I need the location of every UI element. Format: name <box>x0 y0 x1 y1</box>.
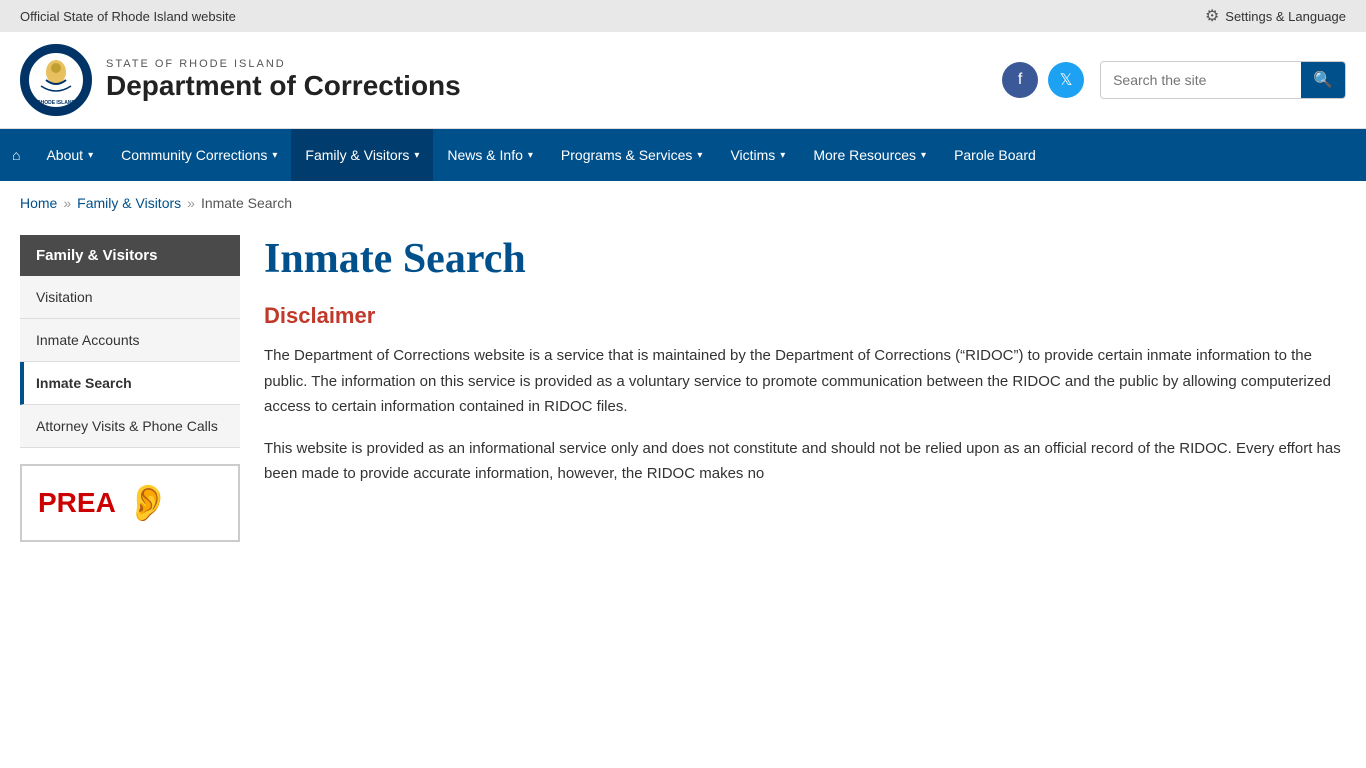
nav-family-label: Family & Visitors <box>305 147 409 163</box>
sidebar-item-inmate-accounts[interactable]: Inmate Accounts <box>20 319 240 362</box>
nav-community-corrections[interactable]: Community Corrections ▾ <box>107 129 291 181</box>
nav-programs-label: Programs & Services <box>561 147 692 163</box>
nav-parole-label: Parole Board <box>954 147 1036 163</box>
gear-icon: ⚙ <box>1205 6 1219 26</box>
chevron-down-icon: ▾ <box>272 150 277 161</box>
facebook-button[interactable]: f <box>1002 62 1038 98</box>
chevron-down-icon: ▾ <box>921 150 926 161</box>
chevron-down-icon: ▾ <box>414 150 419 161</box>
nav-community-label: Community Corrections <box>121 147 267 163</box>
state-logo: RHODE ISLAND <box>20 44 92 116</box>
nav-victims-label: Victims <box>730 147 775 163</box>
nav-news-label: News & Info <box>447 147 522 163</box>
settings-language-button[interactable]: ⚙ Settings & Language <box>1205 6 1346 26</box>
prea-text: PREA <box>38 487 116 519</box>
top-bar: Official State of Rhode Island website ⚙… <box>0 0 1366 32</box>
chevron-down-icon: ▾ <box>528 150 533 161</box>
header-title: STATE OF RHODE ISLAND Department of Corr… <box>106 58 461 102</box>
social-icons: f 𝕏 <box>1002 62 1084 98</box>
sidebar-item-visitation[interactable]: Visitation <box>20 276 240 319</box>
main-nav: ⌂ About ▾ Community Corrections ▾ Family… <box>0 129 1366 181</box>
disclaimer-heading: Disclaimer <box>264 303 1346 329</box>
chevron-down-icon: ▾ <box>697 150 702 161</box>
breadcrumb-sep-1: » <box>63 195 71 211</box>
svg-text:RHODE ISLAND: RHODE ISLAND <box>37 100 75 106</box>
sidebar: Family & Visitors Visitation Inmate Acco… <box>20 235 240 542</box>
content-paragraph-1: The Department of Corrections website is… <box>264 343 1346 420</box>
state-name: STATE OF RHODE ISLAND <box>106 58 461 70</box>
nav-programs-services[interactable]: Programs & Services ▾ <box>547 129 717 181</box>
breadcrumb-current: Inmate Search <box>201 195 292 211</box>
nav-about-label: About <box>46 147 83 163</box>
chevron-down-icon: ▾ <box>88 150 93 161</box>
header-left: RHODE ISLAND STATE OF RHODE ISLAND Depar… <box>20 44 461 116</box>
breadcrumb-family-visitors[interactable]: Family & Visitors <box>77 195 181 211</box>
nav-victims[interactable]: Victims ▾ <box>716 129 799 181</box>
nav-news-info[interactable]: News & Info ▾ <box>433 129 547 181</box>
breadcrumb: Home » Family & Visitors » Inmate Search <box>0 181 1366 225</box>
nav-about[interactable]: About ▾ <box>32 129 107 181</box>
search-button[interactable]: 🔍 <box>1301 62 1345 98</box>
sidebar-banner: PREA 👂 <box>20 464 240 542</box>
breadcrumb-sep-2: » <box>187 195 195 211</box>
twitter-button[interactable]: 𝕏 <box>1048 62 1084 98</box>
breadcrumb-home[interactable]: Home <box>20 195 57 211</box>
nav-more-label: More Resources <box>813 147 916 163</box>
search-box: 🔍 <box>1100 61 1346 99</box>
search-input[interactable] <box>1101 62 1301 98</box>
content-paragraph-2: This website is provided as an informati… <box>264 436 1346 487</box>
header-right: f 𝕏 🔍 <box>1002 61 1346 99</box>
main-layout: Family & Visitors Visitation Inmate Acco… <box>0 225 1366 562</box>
header: RHODE ISLAND STATE OF RHODE ISLAND Depar… <box>0 32 1366 129</box>
page-title: Inmate Search <box>264 235 1346 283</box>
home-icon: ⌂ <box>12 147 20 163</box>
official-text: Official State of Rhode Island website <box>20 9 236 24</box>
nav-family-visitors[interactable]: Family & Visitors ▾ <box>291 129 433 181</box>
sidebar-section-title: Family & Visitors <box>20 235 240 276</box>
sidebar-item-attorney-visits[interactable]: Attorney Visits & Phone Calls <box>20 405 240 448</box>
sidebar-item-inmate-search[interactable]: Inmate Search <box>20 362 240 405</box>
chevron-down-icon: ▾ <box>780 150 785 161</box>
logo-svg: RHODE ISLAND <box>26 50 86 110</box>
settings-label: Settings & Language <box>1225 9 1346 24</box>
nav-parole-board[interactable]: Parole Board <box>940 129 1050 181</box>
dept-name: Department of Corrections <box>106 70 461 102</box>
nav-home[interactable]: ⌂ <box>0 129 32 181</box>
content-area: Inmate Search Disclaimer The Department … <box>264 235 1346 542</box>
nav-more-resources[interactable]: More Resources ▾ <box>799 129 940 181</box>
ear-icon: 👂 <box>126 482 171 524</box>
